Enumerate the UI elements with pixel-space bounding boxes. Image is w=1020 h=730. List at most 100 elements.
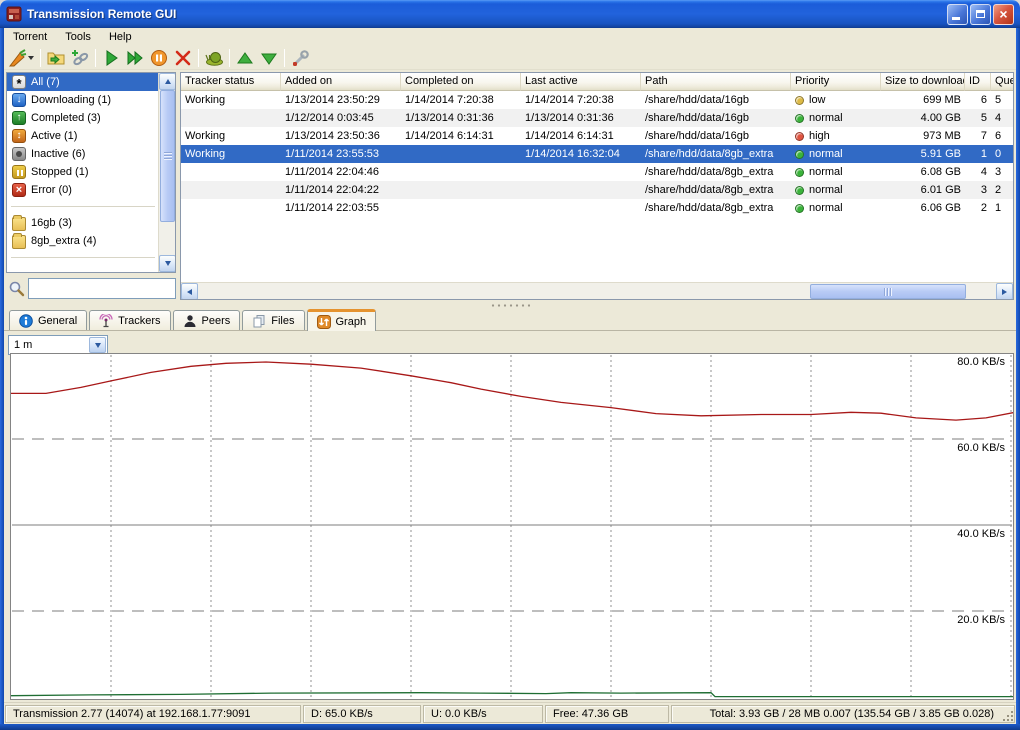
start-icon <box>102 49 120 67</box>
column-header-tracker_status[interactable]: Tracker status <box>181 73 281 91</box>
table-row[interactable]: Working1/13/2014 23:50:291/14/2014 7:20:… <box>181 91 1013 109</box>
app-icon[interactable] <box>6 6 22 22</box>
column-header-completed_on[interactable]: Completed on <box>401 73 521 91</box>
minimize-button[interactable] <box>947 4 968 25</box>
table-horizontal-scrollbar[interactable] <box>181 282 1013 299</box>
move-down-button[interactable] <box>257 47 281 69</box>
sidebar-item-active[interactable]: Active (1) <box>7 127 159 145</box>
menu-item-torrent[interactable]: Torrent <box>4 29 56 45</box>
tab-files[interactable]: Files <box>242 310 304 330</box>
scroll-right-button[interactable] <box>996 283 1013 300</box>
title-bar[interactable]: Transmission Remote GUI × <box>0 0 1020 28</box>
add-link-icon <box>71 49 89 67</box>
maximize-button[interactable] <box>970 4 991 25</box>
scroll-left-button[interactable] <box>181 283 198 300</box>
scroll-up-button[interactable] <box>159 73 176 90</box>
tab-graph[interactable]: Graph <box>307 309 377 331</box>
snail-icon <box>205 49 223 67</box>
folder-icon <box>12 217 26 231</box>
chevron-right-icon <box>1002 289 1007 295</box>
add-torrent-icon <box>47 49 65 67</box>
tab-trackers[interactable]: Trackers <box>89 310 170 330</box>
close-button[interactable]: × <box>993 4 1014 25</box>
add-link-button[interactable] <box>68 47 92 69</box>
resize-grip[interactable] <box>1002 710 1015 723</box>
tab-peers[interactable]: Peers <box>173 310 241 330</box>
column-header-path[interactable]: Path <box>641 73 791 91</box>
alt-speed-button[interactable] <box>202 47 226 69</box>
cell-size_to_download: 699 MB <box>881 91 965 109</box>
window-border-right <box>1016 28 1020 724</box>
table-row[interactable]: Working1/11/2014 23:55:531/14/2014 16:32… <box>181 145 1013 163</box>
cell-path: /share/hdd/data/8gb_extra <box>641 145 791 163</box>
person-icon <box>183 314 197 328</box>
info-icon <box>19 314 33 328</box>
table-row[interactable]: 1/11/2014 22:04:22/share/hdd/data/8gb_ex… <box>181 181 1013 199</box>
column-header-last_active[interactable]: Last active <box>521 73 641 91</box>
cell-last_active: 1/14/2014 16:32:04 <box>521 145 641 163</box>
remove-button[interactable] <box>171 47 195 69</box>
scrollbar-thumb[interactable] <box>160 90 175 222</box>
connect-button[interactable] <box>6 47 30 69</box>
move-up-button[interactable] <box>233 47 257 69</box>
menu-bar: Torrent Tools Help <box>4 28 1016 46</box>
completed-icon <box>12 111 26 125</box>
sidebar-item-8gb_extra[interactable]: 8gb_extra (4) <box>7 232 159 250</box>
sidebar-item-completed[interactable]: Completed (3) <box>7 109 159 127</box>
interval-value: 1 m <box>9 339 89 351</box>
priority-icon <box>795 186 804 195</box>
cell-added_on: 1/11/2014 22:03:55 <box>281 199 401 217</box>
column-header-added_on[interactable]: Added on <box>281 73 401 91</box>
status-connection: Transmission 2.77 (14074) at 192.168.1.7… <box>5 705 301 723</box>
status-free-space: Free: 47.36 GB <box>545 705 669 723</box>
options-button[interactable] <box>288 47 312 69</box>
menu-item-help[interactable]: Help <box>100 29 141 45</box>
cell-tracker_status: Working <box>181 127 281 145</box>
thumb-grip-icon <box>884 288 892 296</box>
status-total: Total: 3.93 GB / 28 MB 0.007 (135.54 GB … <box>671 705 1015 723</box>
table-row[interactable]: 1/12/2014 0:03:451/13/2014 0:31:361/13/2… <box>181 109 1013 127</box>
start-all-button[interactable] <box>123 47 147 69</box>
table-row[interactable]: 1/11/2014 22:03:55/share/hdd/data/8gb_ex… <box>181 199 1013 217</box>
sidebar-item-inactive[interactable]: Inactive (6) <box>7 145 159 163</box>
sidebar-item-stopped[interactable]: Stopped (1) <box>7 163 159 181</box>
sidebar-item-downloading[interactable]: Downloading (1) <box>7 91 159 109</box>
sidebar-item-16gb[interactable]: 16gb (3) <box>7 214 159 232</box>
interval-select[interactable]: 1 m <box>8 335 108 355</box>
sidebar-item-all[interactable]: All (7) <box>7 73 159 91</box>
cell-path: /share/hdd/data/16gb <box>641 91 791 109</box>
scrollbar-thumb[interactable] <box>810 284 966 299</box>
search-input[interactable] <box>28 278 176 299</box>
start-button[interactable] <box>99 47 123 69</box>
column-header-priority[interactable]: Priority <box>791 73 881 91</box>
torrent-table: Tracker statusAdded onCompleted onLast a… <box>180 72 1014 300</box>
speed-graph-canvas <box>11 354 1013 699</box>
all-icon <box>12 75 26 89</box>
connect-dropdown-icon[interactable] <box>28 56 34 60</box>
column-header-size_to_download[interactable]: Size to download <box>881 73 965 91</box>
scroll-down-button[interactable] <box>159 255 176 272</box>
add-torrent-button[interactable] <box>44 47 68 69</box>
y-axis-label: 80.0 KB/s <box>957 356 1005 368</box>
filter-list: All (7)Downloading (1)Completed (3)Activ… <box>6 72 176 273</box>
stopped-icon <box>12 165 26 179</box>
column-header-id[interactable]: ID <box>965 73 991 91</box>
pause-button[interactable] <box>147 47 171 69</box>
close-icon: × <box>999 7 1007 21</box>
sidebar-scrollbar[interactable] <box>158 73 175 272</box>
error-icon <box>12 183 26 197</box>
table-row[interactable]: 1/11/2014 22:04:46/share/hdd/data/8gb_ex… <box>181 163 1013 181</box>
move-up-icon <box>236 49 254 67</box>
menu-item-tools[interactable]: Tools <box>56 29 100 45</box>
table-header-row: Tracker statusAdded onCompleted onLast a… <box>181 73 1013 91</box>
tab-general[interactable]: General <box>9 310 87 330</box>
table-row[interactable]: Working1/13/2014 23:50:361/14/2014 6:14:… <box>181 127 1013 145</box>
combo-dropdown-button[interactable] <box>89 337 106 353</box>
toolbar-separator <box>229 49 230 67</box>
cell-tracker_status: Working <box>181 91 281 109</box>
sidebar-item-error[interactable]: Error (0) <box>7 181 159 199</box>
window-title: Transmission Remote GUI <box>27 7 945 21</box>
y-axis-label: 40.0 KB/s <box>957 528 1005 540</box>
column-header-queue[interactable]: Que <box>991 73 1014 91</box>
toolbar-separator <box>284 49 285 67</box>
